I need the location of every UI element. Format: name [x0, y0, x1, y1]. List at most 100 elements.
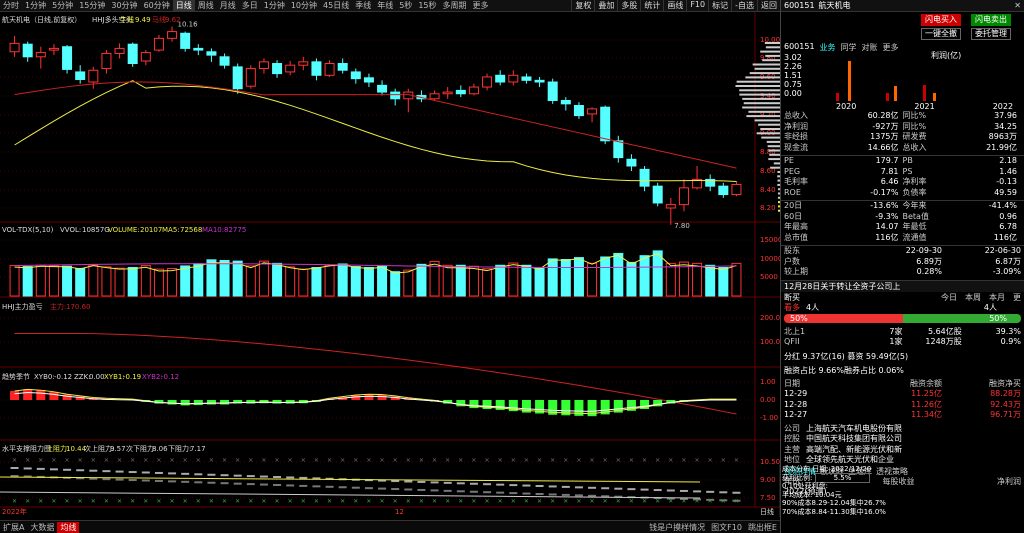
period-tab[interactable]: 多周期 [440, 0, 470, 11]
toolbar-button[interactable]: 叠加 [594, 0, 617, 11]
support-mark [667, 490, 675, 492]
x-marker: ✕ [130, 457, 135, 464]
order-manage-button[interactable]: 委托管理 [971, 28, 1011, 40]
toolbar-button[interactable]: F10 [686, 0, 708, 11]
template-tab[interactable]: 窗口 [80, 516, 94, 517]
x-marker: ✕ [642, 498, 647, 505]
period-tab[interactable]: 多日 [239, 0, 261, 11]
period-tab[interactable]: 1分钟 [22, 0, 49, 11]
period-tab[interactable]: 60分钟 [141, 0, 173, 11]
volume-bar [286, 267, 295, 296]
period-tab[interactable]: 45日线 [320, 0, 352, 11]
period-tab[interactable]: 更多 [470, 0, 492, 11]
volume-bar [706, 265, 715, 296]
toolbar-button[interactable]: 统计 [640, 0, 663, 11]
x-marker: ✕ [576, 457, 581, 464]
x-marker: ✕ [104, 457, 109, 464]
macd-bar [23, 389, 32, 400]
chip-bar [758, 124, 780, 126]
volume-bar [535, 268, 544, 296]
period-tab[interactable]: 15秒 [415, 0, 439, 11]
info-row: 总收入 60.28亿 同比% 37.96 [784, 111, 1021, 122]
tab-compare[interactable]: 对账 [862, 42, 878, 53]
period-tab[interactable]: 月线 [217, 0, 239, 11]
period-tab[interactable]: 日线 [173, 0, 195, 11]
period-tab[interactable]: 5分钟 [49, 0, 76, 11]
x-marker: ✕ [314, 498, 319, 505]
toolbar-button[interactable]: 多股 [617, 0, 640, 11]
chip-bar [755, 119, 780, 121]
support-mark [496, 492, 504, 494]
x-marker: ✕ [340, 498, 345, 505]
tab-week[interactable]: 本周 [965, 292, 981, 303]
tab-more[interactable]: 更多 [883, 42, 899, 53]
bottom-tab[interactable]: 均线 [57, 522, 79, 533]
x-marker: ✕ [91, 457, 96, 464]
support-mark [562, 486, 570, 488]
template-tab[interactable]: 指标 [132, 516, 146, 517]
cancel-all-button[interactable]: 一键全撤 [921, 28, 961, 40]
news-headline[interactable]: 12月28日关于转让全资子公司上 [781, 281, 1024, 292]
tab-business[interactable]: 业务 [820, 42, 836, 53]
tab-flow-more[interactable]: 更 [1013, 292, 1021, 303]
template-tab[interactable]: 指标A [2, 516, 21, 517]
period-tab[interactable]: 15分钟 [76, 0, 108, 11]
period-tab[interactable]: 分时 [0, 0, 22, 11]
toolbar-button[interactable]: 画线 [663, 0, 686, 11]
toolbar-button[interactable]: -自选 [731, 0, 757, 11]
flash-sell-button[interactable]: 闪电卖出 [971, 14, 1011, 26]
tab-peers[interactable]: 同学 [841, 42, 857, 53]
status-link[interactable]: 图文F10 [708, 522, 745, 533]
chip-bar [735, 85, 780, 87]
status-link[interactable]: 跳出框E [745, 522, 780, 533]
period-tab[interactable]: 季线 [352, 0, 374, 11]
template-tab[interactable]: 模板 [54, 516, 68, 517]
chart-area[interactable]: 10.009.809.609.409.209.008.808.608.408.2… [0, 12, 780, 517]
macd-title: 趋势季节 [2, 372, 30, 381]
tab-month[interactable]: 本月 [989, 292, 1005, 303]
tab-today[interactable]: 今日 [941, 292, 957, 303]
candle-body [168, 32, 177, 39]
support-mark [575, 494, 583, 496]
close-icon[interactable]: ✕ [1014, 1, 1021, 10]
margin-ratio: 融资占比 9.66%融券占比 0.06% [781, 365, 1024, 376]
candle-body [246, 69, 255, 87]
period-tab[interactable]: 10分钟 [288, 0, 320, 11]
chart-canvas[interactable]: 10.009.809.609.409.209.008.808.608.408.2… [0, 12, 780, 517]
candle-body [128, 44, 137, 63]
template-tab[interactable]: 指标B [28, 516, 47, 517]
x-marker: ✕ [25, 457, 30, 464]
period-tab[interactable]: 年线 [374, 0, 396, 11]
dividend-info: 分红 9.37亿(16) 募资 59.49亿(5) [781, 351, 1024, 362]
candle-body [194, 48, 203, 50]
x-marker: ✕ [708, 498, 713, 505]
candle-body [574, 106, 583, 116]
support-mark [588, 487, 596, 489]
template-tab[interactable]: 另存为 [106, 516, 127, 517]
period-tab[interactable]: 周线 [195, 0, 217, 11]
bottom-tab[interactable]: 大数据 [27, 522, 57, 533]
table-cell: 1家 [843, 337, 902, 348]
volume-bar [456, 265, 465, 296]
support-mark [181, 473, 189, 475]
bottom-tab[interactable]: 扩展A [0, 522, 27, 533]
info-cell: 34.25 [941, 122, 1022, 133]
template-tab[interactable]: 页面设置 [210, 516, 238, 517]
toolbar-button[interactable]: 复权 [571, 0, 594, 11]
chip-bar [737, 81, 780, 83]
toolbar-button[interactable]: 返回 [757, 0, 780, 11]
period-tab[interactable]: 5秒 [396, 0, 415, 11]
mini-x-tick: 2022 [993, 102, 1013, 111]
period-tab[interactable]: 30分钟 [108, 0, 140, 11]
period-tab[interactable]: 1分钟 [261, 0, 288, 11]
status-link[interactable]: 钱是户摸样情况 [646, 522, 708, 533]
volume-bar [719, 268, 728, 296]
volume-bar [299, 269, 308, 296]
toolbar-button[interactable]: 标记 [708, 0, 731, 11]
template-tab[interactable]: 筹码 [184, 516, 198, 517]
candle-body [640, 169, 649, 186]
volume-bar [364, 268, 373, 296]
flash-buy-button[interactable]: 闪电买入 [921, 14, 961, 26]
x-marker: ✕ [419, 457, 424, 464]
info-row: 年最高 14.07 年最低 6.78 [784, 222, 1021, 233]
